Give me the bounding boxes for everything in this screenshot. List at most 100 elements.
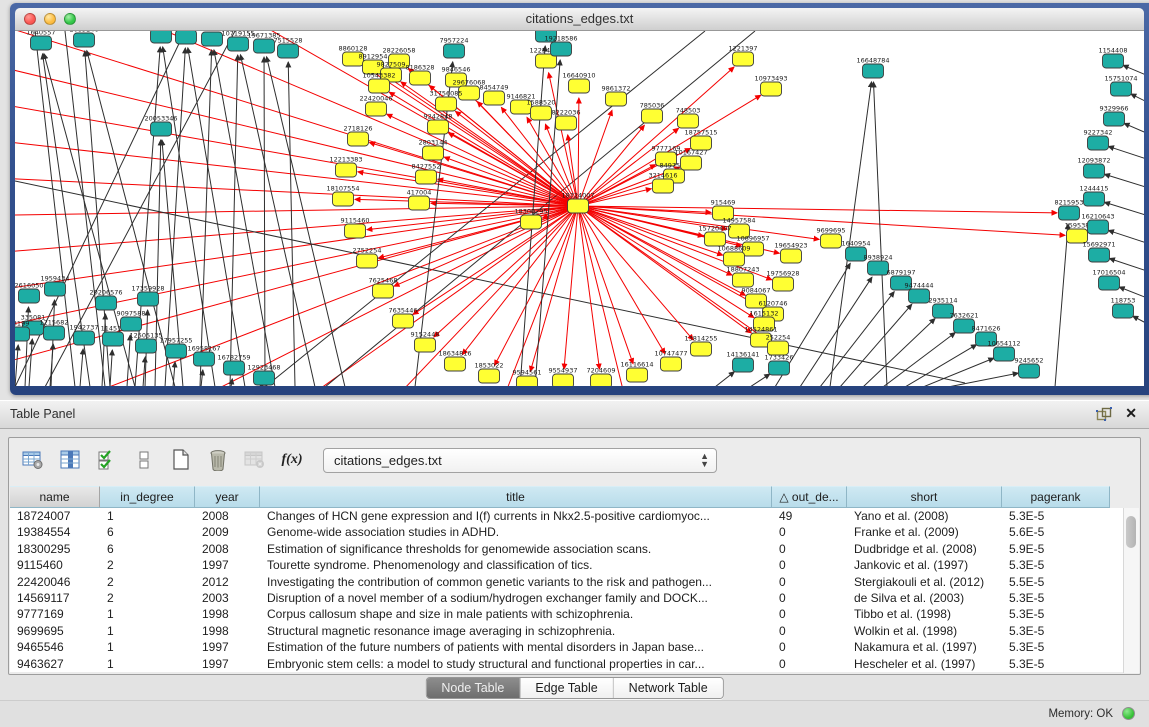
network-node[interactable]: 18757515 [684,129,717,151]
table-row[interactable]: 1830029562008Estimation of significance … [10,541,1138,557]
network-node[interactable]: 785036 [640,102,665,124]
network-node[interactable]: 417004 [407,189,432,211]
table-cell[interactable]: 0 [772,623,847,639]
table-cell[interactable]: 0 [772,574,847,590]
network-node[interactable]: 7625468 [369,277,398,299]
network-node[interactable]: 18634816 [438,350,471,372]
network-node[interactable]: 9097588 [117,310,146,332]
network-node[interactable]: 1942737 [70,324,99,346]
tab-edge-table[interactable]: Edge Table [520,678,613,698]
network-node[interactable]: 118753 [1111,297,1136,319]
column-header[interactable]: year [195,486,260,508]
network-node[interactable]: 8186328 [406,64,435,86]
table-row[interactable]: 946362711997Embryonic stem cells: a mode… [10,656,1138,672]
table-cell[interactable]: Genome-wide association studies in ADHD. [260,524,772,540]
table-cell[interactable]: 0 [772,590,847,606]
table-cell[interactable]: 18724007 [10,508,100,524]
network-node[interactable]: 9115460 [341,217,370,239]
network-node[interactable]: 2803144 [419,139,448,161]
network-node[interactable]: 1154408 [1099,47,1128,69]
table-cell[interactable]: 2009 [195,524,260,540]
table-row[interactable]: 2242004622012Investigating the contribut… [10,574,1138,590]
table-cell[interactable]: 19384554 [10,524,100,540]
network-node[interactable]: 13814255 [684,335,717,357]
network-node[interactable]: 8427552 [412,163,441,185]
table-cell[interactable]: Jankovic et al. (1997) [847,557,1002,573]
table-cell[interactable]: Embryonic stem cells: a model to study s… [260,656,772,672]
table-cell[interactable]: 1 [100,656,195,672]
network-node[interactable]: 16116614 [620,361,653,383]
network-node[interactable]: 14136141 [726,351,759,373]
network-node[interactable]: 19654923 [774,242,807,264]
table-mode-icon[interactable] [21,449,45,471]
table-cell[interactable]: 1997 [195,639,260,655]
network-node[interactable]: 1853022 [475,362,504,384]
table-cell[interactable]: 2 [100,557,195,573]
table-cell[interactable]: 9777169 [10,606,100,622]
column-chooser-icon[interactable] [58,449,82,471]
network-node[interactable]: 2718126 [344,125,373,147]
table-cell[interactable]: 0 [772,524,847,540]
network-node[interactable]: 9554937 [549,367,578,387]
table-cell[interactable]: 5.3E-5 [1002,623,1110,639]
table-cell[interactable]: Estimation of the future numbers of pati… [260,639,772,655]
table-cell[interactable]: 6 [100,524,195,540]
table-cell[interactable]: 0 [772,606,847,622]
table-row[interactable]: 1938455462009Genome-wide association stu… [10,524,1138,540]
memory-status-indicator[interactable] [1122,707,1135,720]
tab-node-table[interactable]: Node Table [426,678,520,698]
table-cell[interactable]: 1997 [195,656,260,672]
network-node[interactable]: 17016504 [1092,269,1125,291]
table-cell[interactable]: de Silva et al. (2003) [847,590,1002,606]
table-cell[interactable]: 5.9E-5 [1002,541,1110,557]
table-cell[interactable]: 1 [100,508,195,524]
column-header[interactable]: in_degree [100,486,195,508]
scrollbar-thumb[interactable] [1126,516,1136,548]
function-builder-icon[interactable]: f(x) [280,449,304,471]
table-cell[interactable]: 5.3E-5 [1002,639,1110,655]
table-cell[interactable]: Tourette syndrome. Phenomenology and cla… [260,557,772,573]
table-cell[interactable]: 5.6E-5 [1002,524,1110,540]
network-node[interactable]: 252254 [766,334,791,356]
table-cell[interactable]: Stergiakouli et al. (2012) [847,574,1002,590]
table-row[interactable]: 911546021997Tourette syndrome. Phenomeno… [10,557,1138,573]
network-node[interactable]: 8222036 [552,109,581,131]
table-cell[interactable]: 1997 [195,557,260,573]
network-node[interactable]: 9861372 [602,85,631,107]
network-node[interactable]: 33199 [15,320,30,342]
table-cell[interactable]: 2 [100,590,195,606]
table-row[interactable]: 977716911998Corpus callosum shape and si… [10,606,1138,622]
network-node[interactable]: 2752254 [353,247,382,269]
column-header[interactable]: △ out_de... [772,486,847,508]
network-node[interactable]: 1215682 [40,319,69,341]
table-cell[interactable]: Corpus callosum shape and size in male p… [260,606,772,622]
network-node[interactable]: 18807243 [726,266,759,288]
table-cell[interactable]: 5.3E-5 [1002,557,1110,573]
table-row[interactable]: 946554611997Estimation of the future num… [10,639,1138,655]
table-cell[interactable]: 1998 [195,623,260,639]
network-node[interactable]: 3214616 [649,172,678,194]
column-header[interactable]: pagerank [1002,486,1110,508]
table-cell[interactable]: 9463627 [10,656,100,672]
network-canvas[interactable]: 1872400788601288912954282260589827509818… [15,31,1144,386]
network-node[interactable]: 12213383 [329,156,362,178]
table-cell[interactable]: 0 [772,557,847,573]
network-node[interactable]: 9245652 [1015,357,1044,379]
network-node[interactable]: 1221397 [729,45,758,67]
network-node[interactable]: 20053346 [144,115,177,137]
table-cell[interactable]: 9465546 [10,639,100,655]
table-cell[interactable]: 6 [100,541,195,557]
table-row[interactable]: 1456911722003Disruption of a novel membe… [10,590,1138,606]
network-node[interactable]: 9594561 [513,369,542,387]
table-cell[interactable]: 49 [772,508,847,524]
tab-network-table[interactable]: Network Table [614,678,723,698]
network-node[interactable]: 9242848 [424,113,453,135]
network-node[interactable]: 12505135 [129,332,162,354]
network-node[interactable]: 1959434 [41,275,70,297]
network-node[interactable]: 2089146 [70,31,99,47]
select-all-icon[interactable] [95,449,119,471]
table-cell[interactable]: 0 [772,541,847,557]
delete-rows-icon[interactable] [206,449,230,471]
float-panel-icon[interactable] [1096,407,1112,422]
table-cell[interactable]: Nakamura et al. (1997) [847,639,1002,655]
